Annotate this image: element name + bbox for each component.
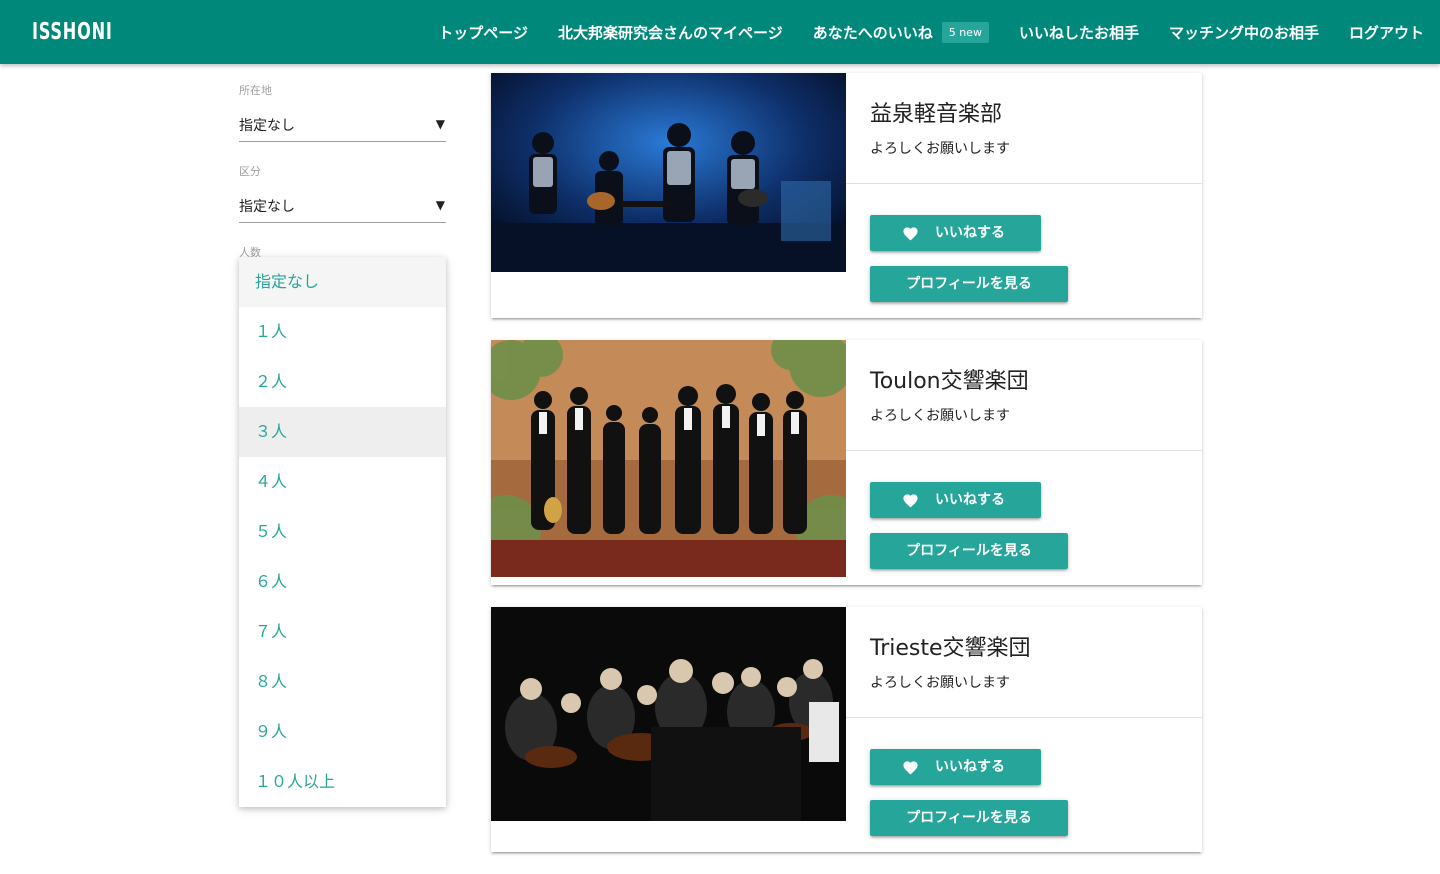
category-select-value: 指定なし — [239, 199, 295, 215]
dropdown-option[interactable]: １人 — [239, 307, 446, 357]
heart-icon — [903, 494, 918, 508]
nav-link-label: トップページ — [438, 23, 528, 42]
group-name: 益泉軽音楽部 — [870, 102, 1003, 127]
dropdown-option[interactable]: ８人 — [239, 657, 446, 707]
nav-link-top-page[interactable]: トップページ — [438, 22, 528, 43]
dropdown-option[interactable]: ６人 — [239, 557, 446, 607]
group-photo — [491, 340, 846, 577]
card-content: Toulon交響楽団 よろしくお願いします — [846, 340, 1202, 451]
dropdown-option[interactable]: １０人以上 — [239, 757, 446, 807]
like-button[interactable]: いいねする — [870, 215, 1041, 251]
heart-icon — [903, 761, 918, 775]
group-message: よろしくお願いします — [870, 675, 1010, 691]
card-body: Toulon交響楽団 よろしくお願いします いいねする プロフィールを見る — [846, 340, 1202, 585]
like-button-label: いいねする — [935, 225, 1005, 241]
brand-logo[interactable]: ISSHONI — [32, 19, 113, 45]
members-dropdown: 指定なし １人 ２人 ３人 ４人 ５人 ６人 ７人 ８人 ９人 １０人以上 — [239, 257, 446, 807]
view-profile-button[interactable]: プロフィールを見る — [870, 533, 1068, 569]
dropdown-option[interactable]: 指定なし — [239, 257, 446, 307]
nav-link-label: あなたへのいいね — [812, 23, 933, 42]
dropdown-option[interactable]: ５人 — [239, 507, 446, 557]
dropdown-option[interactable]: ７人 — [239, 607, 446, 657]
location-select[interactable]: 指定なし ▼ — [239, 107, 446, 142]
group-card: 益泉軽音楽部 よろしくお願いします いいねする プロフィールを見る — [491, 73, 1202, 318]
card-content: 益泉軽音楽部 よろしくお願いします — [846, 73, 1202, 184]
new-likes-badge: 5 new — [941, 21, 989, 43]
heart-icon — [903, 227, 918, 241]
chevron-down-icon: ▼ — [435, 198, 445, 212]
dropdown-option[interactable]: ３人 — [239, 407, 446, 457]
group-name: Trieste交響楽団 — [870, 636, 1031, 661]
category-filter-label: 区分 — [239, 165, 261, 178]
chevron-down-icon: ▼ — [435, 117, 445, 131]
like-button[interactable]: いいねする — [870, 482, 1041, 518]
group-card: Trieste交響楽団 よろしくお願いします いいねする プロフィールを見る — [491, 607, 1202, 852]
group-photo — [491, 73, 846, 272]
nav-link-label: ログアウト — [1348, 23, 1424, 42]
view-profile-label: プロフィールを見る — [906, 543, 1032, 559]
nav-link-matching-partners[interactable]: マッチング中のお相手 — [1169, 22, 1319, 43]
group-message: よろしくお願いします — [870, 141, 1010, 157]
nav-link-likes-received[interactable]: あなたへのいいね 5 new — [812, 21, 989, 43]
view-profile-button[interactable]: プロフィールを見る — [870, 800, 1068, 836]
group-photo — [491, 607, 846, 821]
group-card: Toulon交響楽団 よろしくお願いします いいねする プロフィールを見る — [491, 340, 1202, 585]
location-select-value: 指定なし — [239, 118, 295, 134]
card-body: 益泉軽音楽部 よろしくお願いします いいねする プロフィールを見る — [846, 73, 1202, 318]
nav-links: トップページ 北大邦楽研究会さんのマイページ あなたへのいいね 5 new いい… — [438, 0, 1424, 64]
category-select[interactable]: 指定なし ▼ — [239, 188, 446, 223]
top-navbar: ISSHONI トップページ 北大邦楽研究会さんのマイページ あなたへのいいね … — [0, 0, 1440, 64]
like-button-label: いいねする — [935, 759, 1005, 775]
dropdown-option[interactable]: ４人 — [239, 457, 446, 507]
location-filter-label: 所在地 — [239, 84, 272, 97]
card-content: Trieste交響楽団 よろしくお願いします — [846, 607, 1202, 718]
group-message: よろしくお願いします — [870, 408, 1010, 424]
dropdown-option[interactable]: ２人 — [239, 357, 446, 407]
view-profile-label: プロフィールを見る — [906, 810, 1032, 826]
view-profile-label: プロフィールを見る — [906, 276, 1032, 292]
nav-link-my-page[interactable]: 北大邦楽研究会さんのマイページ — [558, 22, 783, 43]
nav-link-label: 北大邦楽研究会さんのマイページ — [558, 23, 783, 42]
nav-link-liked-partners[interactable]: いいねしたお相手 — [1019, 22, 1139, 43]
like-button-label: いいねする — [935, 492, 1005, 508]
nav-link-label: いいねしたお相手 — [1018, 23, 1139, 42]
group-card-list: 益泉軽音楽部 よろしくお願いします いいねする プロフィールを見る Toulon… — [491, 73, 1202, 874]
dropdown-option[interactable]: ９人 — [239, 707, 446, 757]
nav-link-logout[interactable]: ログアウト — [1349, 22, 1424, 43]
like-button[interactable]: いいねする — [870, 749, 1041, 785]
view-profile-button[interactable]: プロフィールを見る — [870, 266, 1068, 302]
card-body: Trieste交響楽団 よろしくお願いします いいねする プロフィールを見る — [846, 607, 1202, 852]
nav-link-label: マッチング中のお相手 — [1168, 23, 1319, 42]
group-name: Toulon交響楽団 — [870, 369, 1029, 394]
